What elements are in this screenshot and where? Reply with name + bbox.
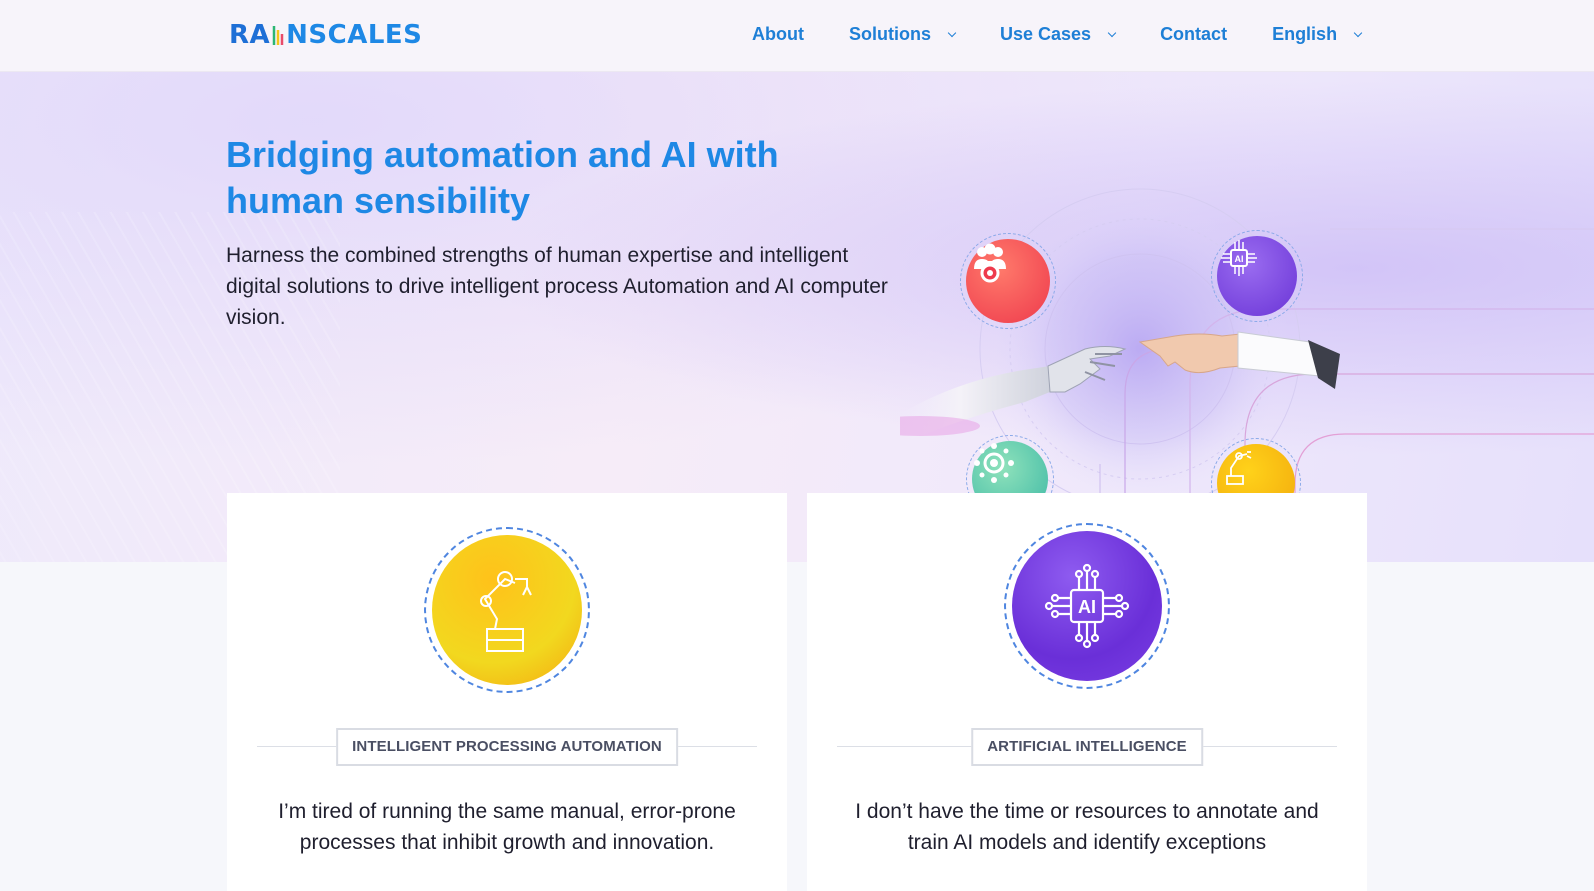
robot-arm-icon: [424, 527, 590, 693]
logo-text-start: RA: [229, 20, 271, 50]
language-selector[interactable]: English: [1272, 24, 1363, 45]
chevron-down-icon: [947, 28, 957, 37]
ai-chip-icon: AI: [1211, 230, 1303, 322]
nav-solutions-label: Solutions: [848, 24, 931, 44]
nav-contact-label: Contact: [1160, 24, 1228, 44]
logo-text-end: NSCALES: [286, 20, 423, 50]
language-label: English: [1272, 24, 1338, 44]
service-card-ai[interactable]: AI ARTIFICIAL INTELLIGENCE I don’t have …: [807, 493, 1367, 891]
chevron-down-icon: [1353, 28, 1363, 37]
nav-contact[interactable]: Contact: [1160, 24, 1227, 45]
card-description: I’m tired of running the same manual, er…: [278, 800, 736, 854]
hero-section: Bridging automation and AI with human se…: [0, 72, 1594, 562]
card-description: I don’t have the time or resources to an…: [855, 800, 1319, 854]
logo-mark-icon: [272, 26, 284, 45]
main-nav: About Solutions Use Cases Contact Englis…: [752, 24, 1363, 45]
nav-use-cases[interactable]: Use Cases: [999, 24, 1117, 45]
chevron-down-icon: [1107, 28, 1117, 37]
people-gear-icon: [960, 233, 1056, 329]
rainscales-logo[interactable]: RA NSCALES: [229, 20, 422, 50]
nav-solutions[interactable]: Solutions: [848, 24, 957, 45]
ai-chip-icon: AI: [1004, 523, 1170, 689]
card-category-label: ARTIFICIAL INTELLIGENCE: [971, 728, 1203, 766]
nav-about-label: About: [752, 24, 804, 44]
hero-title: Bridging automation and AI with human se…: [226, 134, 779, 221]
nav-use-cases-label: Use Cases: [999, 24, 1092, 44]
card-category-label: INTELLIGENT PROCESSING AUTOMATION: [336, 728, 678, 766]
service-card-ipa[interactable]: INTELLIGENT PROCESSING AUTOMATION I’m ti…: [227, 493, 787, 891]
site-header: RA NSCALES About Solutions Use Cases Con…: [0, 0, 1594, 72]
hero-subtitle: Harness the combined strengths of human …: [226, 244, 888, 329]
nav-about[interactable]: About: [752, 24, 804, 45]
svg-text:AI: AI: [1235, 254, 1244, 264]
